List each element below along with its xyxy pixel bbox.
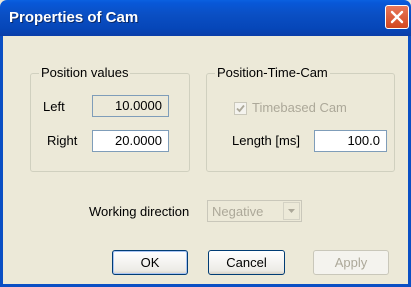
working-direction-value: Negative: [212, 204, 264, 219]
left-value-field: 10.0000: [92, 95, 169, 117]
ok-button[interactable]: OK: [112, 250, 188, 275]
check-icon: [236, 104, 245, 113]
cancel-button[interactable]: Cancel: [208, 250, 285, 275]
dropdown-button[interactable]: [283, 202, 300, 220]
position-time-cam-group: Position-Time-Cam: [206, 65, 395, 172]
position-values-group: Position values: [30, 65, 190, 172]
chevron-down-icon: [288, 209, 295, 213]
position-time-cam-group-label: Position-Time-Cam: [215, 65, 330, 80]
close-icon: [390, 10, 404, 24]
dialog-client-area: Position values Left 10.0000 Right 20.00…: [0, 36, 411, 287]
length-label: Length [ms]: [232, 133, 300, 148]
timebased-cam-checkbox[interactable]: [234, 102, 247, 115]
position-values-group-label: Position values: [39, 65, 131, 80]
window-title: Properties of Cam: [9, 9, 139, 26]
length-input[interactable]: 100.0: [314, 130, 387, 152]
dialog-window: Properties of Cam Position values Left 1…: [0, 0, 411, 287]
working-direction-label: Working direction: [89, 204, 190, 219]
close-button[interactable]: [385, 5, 409, 29]
right-value-input[interactable]: 20.0000: [92, 130, 169, 152]
left-label: Left: [43, 99, 65, 114]
working-direction-select[interactable]: Negative: [207, 200, 302, 222]
timebased-cam-label: Timebased Cam: [252, 100, 347, 115]
right-label: Right: [47, 133, 78, 148]
apply-button[interactable]: Apply: [313, 250, 389, 275]
title-bar[interactable]: Properties of Cam: [0, 0, 411, 36]
